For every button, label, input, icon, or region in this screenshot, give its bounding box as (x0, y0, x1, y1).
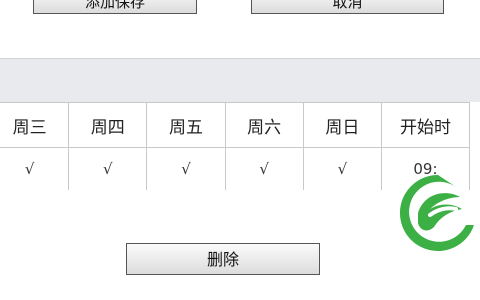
section-header-band (0, 58, 480, 102)
cell-saturday-check: √ (224, 147, 304, 190)
add-save-button[interactable]: 添加保存 (33, 0, 197, 14)
cell-friday-check: √ (146, 147, 226, 190)
column-header-friday: 周五 (146, 102, 226, 148)
table-header-row: 周三 周四 周五 周六 周日 开始时 (0, 102, 471, 148)
delete-button[interactable]: 删除 (126, 243, 320, 275)
column-header-thursday: 周四 (68, 102, 148, 148)
cell-wednesday-check: √ (0, 147, 70, 190)
column-header-sunday: 周日 (302, 102, 382, 148)
cell-sunday-check: √ (302, 147, 382, 190)
column-header-wednesday: 周三 (0, 102, 70, 148)
column-header-start-time: 开始时 (380, 102, 471, 148)
green-leaf-logo-icon (394, 171, 480, 253)
form-button-area: 添加保存 取消 (0, 0, 480, 58)
column-header-saturday: 周六 (224, 102, 304, 148)
cell-thursday-check: √ (68, 147, 148, 190)
cancel-button[interactable]: 取消 (251, 0, 444, 14)
